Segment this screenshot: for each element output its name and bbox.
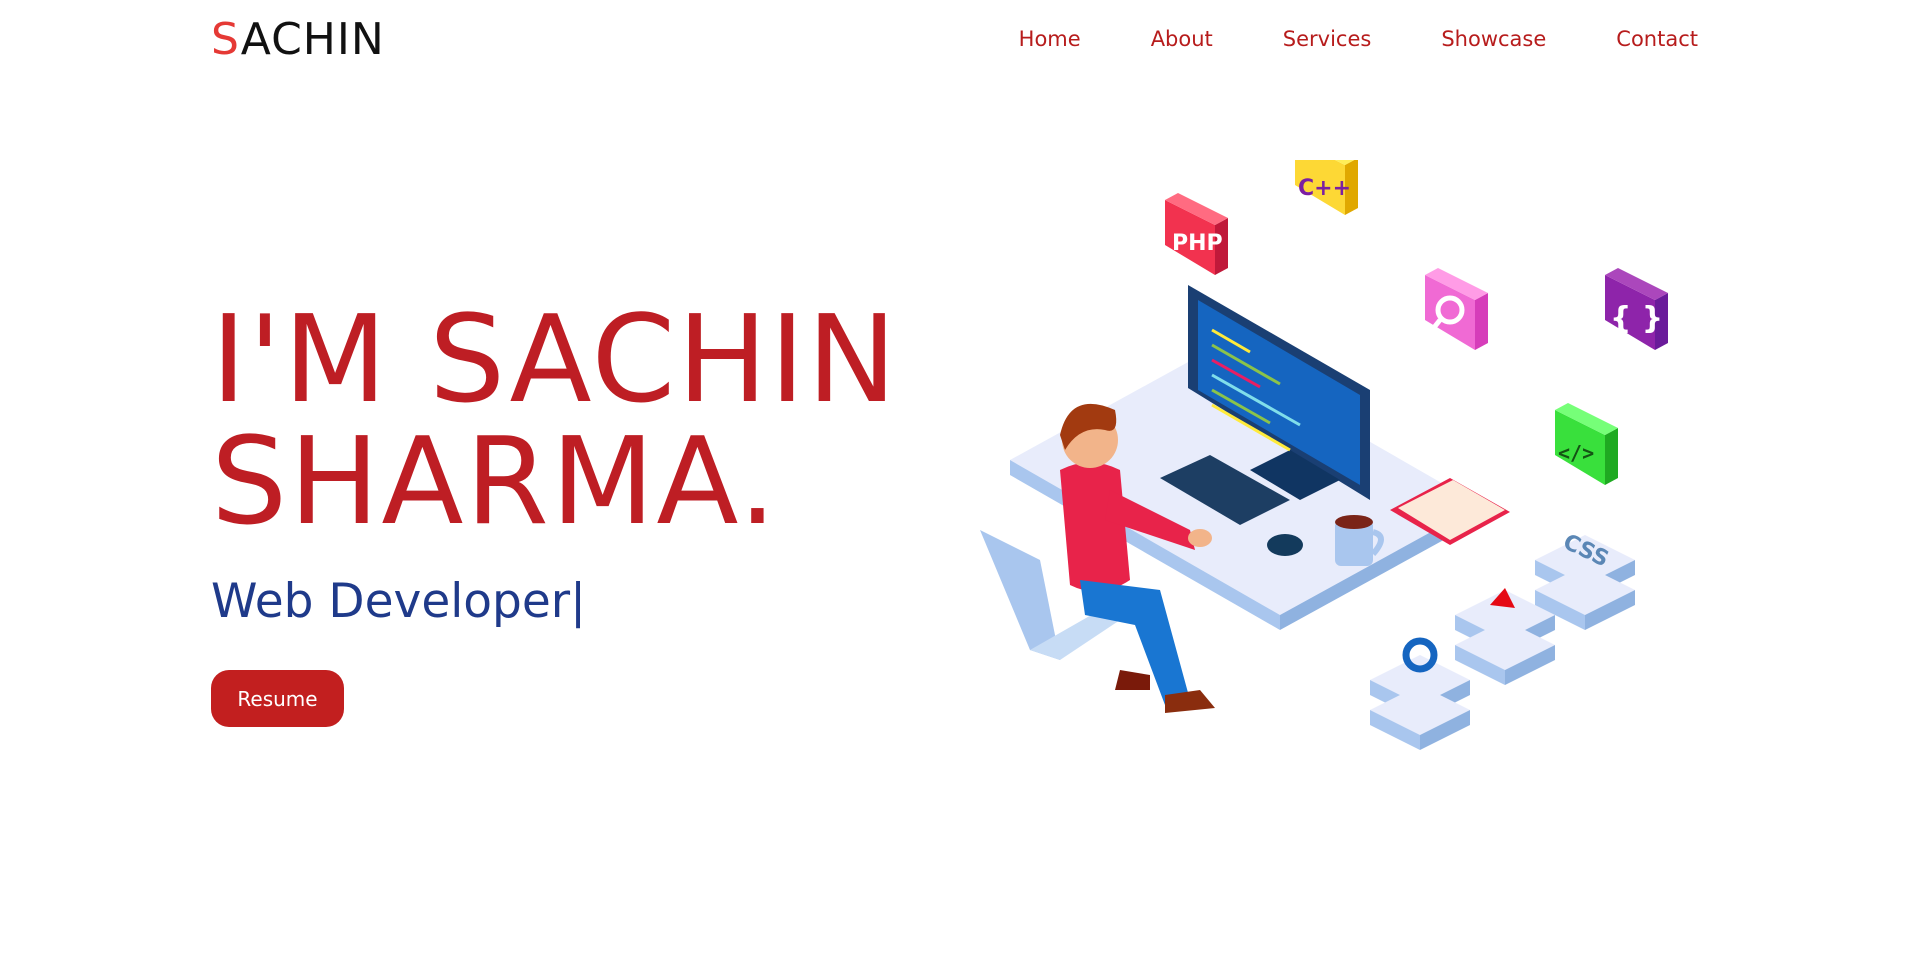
hero-title-line1: I'M SACHIN: [211, 291, 899, 430]
site-logo[interactable]: SACHIN: [211, 14, 385, 65]
nav-link-home[interactable]: Home: [1019, 27, 1081, 51]
cpp-badge-icon: C++: [1295, 160, 1358, 215]
nav-link-services[interactable]: Services: [1283, 27, 1372, 51]
resume-button[interactable]: Resume: [211, 670, 344, 727]
hero-title: I'M SACHIN SHARMA.: [211, 300, 971, 544]
logo-first-letter: S: [211, 14, 241, 65]
hero-section: I'M SACHIN SHARMA. Web Developer| Resume: [211, 300, 971, 727]
typing-cursor: |: [570, 574, 586, 629]
mouse: [1267, 534, 1303, 556]
php-badge-text: PHP: [1172, 231, 1223, 256]
cpp-badge-text: C++: [1298, 176, 1351, 201]
hero-title-line2: SHARMA.: [211, 413, 779, 552]
navbar: SACHIN Home About Services Showcase Cont…: [0, 0, 1920, 84]
nav-link-about[interactable]: About: [1151, 27, 1213, 51]
php-badge-icon: PHP: [1165, 193, 1228, 275]
hero-subtitle-text: Web Developer: [211, 574, 571, 629]
nav-link-showcase[interactable]: Showcase: [1441, 27, 1546, 51]
logo-rest: ACHIN: [240, 14, 385, 65]
hero-subtitle: Web Developer|: [211, 574, 971, 629]
developer-illustration: PHP C++ { } </> CSS: [980, 160, 1668, 750]
braces-badge-text: { }: [1610, 301, 1663, 336]
nav-menu: Home About Services Showcase Contact: [949, 27, 1698, 51]
nav-link-contact[interactable]: Contact: [1616, 27, 1698, 51]
code-badge-text: </>: [1558, 441, 1594, 465]
search-badge-icon: [1425, 268, 1488, 350]
code-badge-icon: </>: [1555, 403, 1618, 485]
braces-badge-icon: { }: [1605, 268, 1668, 350]
